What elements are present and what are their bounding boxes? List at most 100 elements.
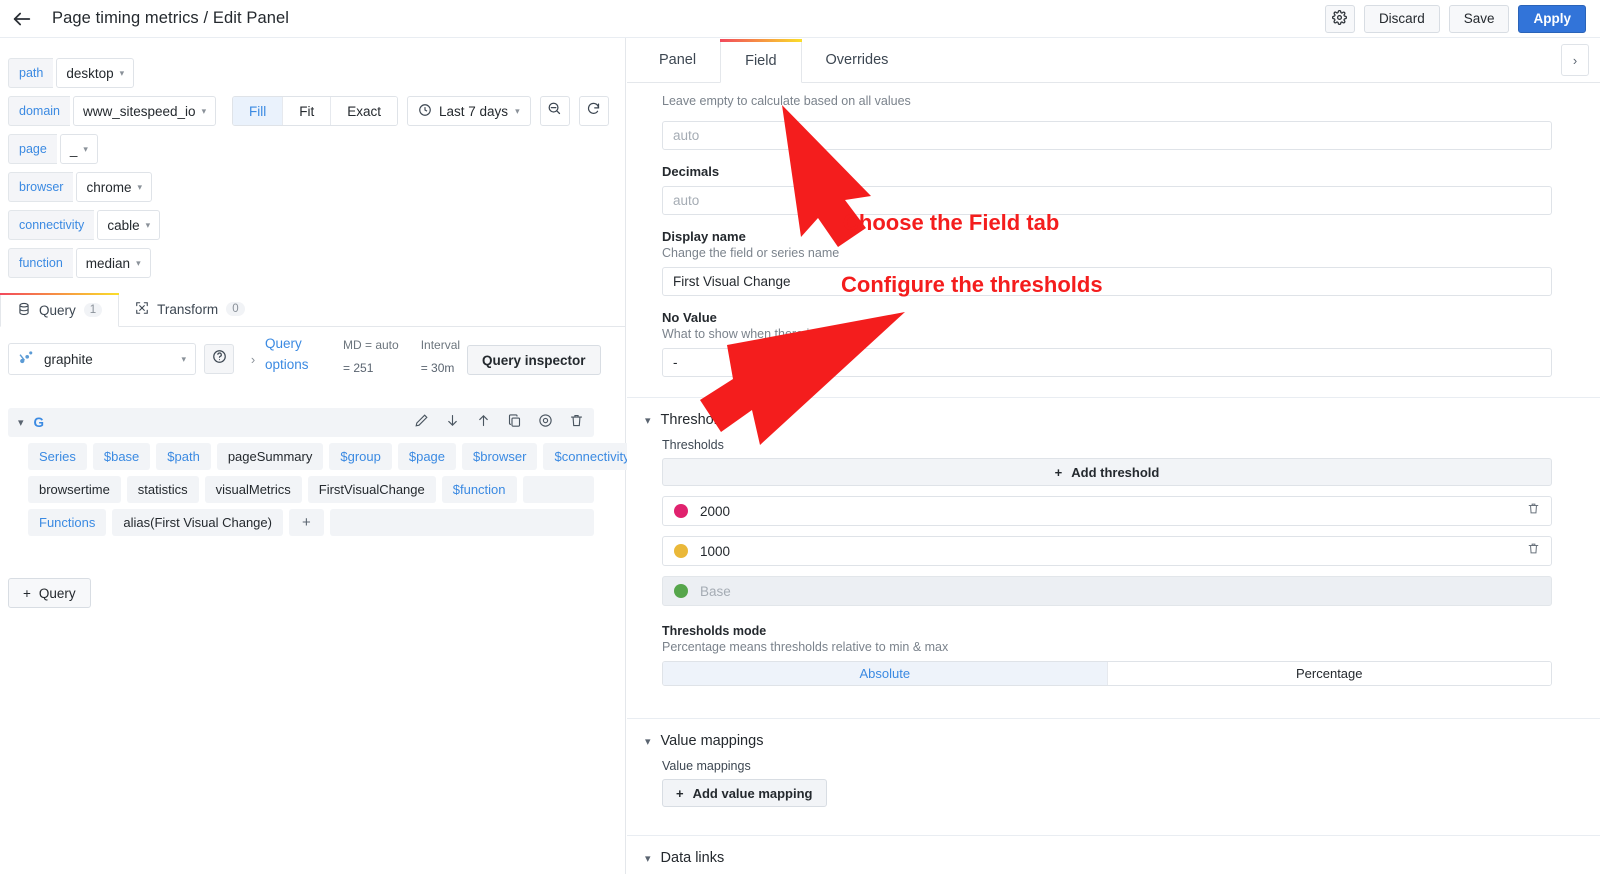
metric-segment[interactable]: browsertime xyxy=(28,476,121,503)
chevron-down-icon[interactable]: ▾ xyxy=(18,416,24,429)
series-segment[interactable]: $browser xyxy=(462,443,538,470)
add-value-mapping-button[interactable]: + Add value mapping xyxy=(662,779,827,807)
refresh-button[interactable] xyxy=(578,96,609,126)
data-links-section-header[interactable]: ▾ Data links xyxy=(627,850,1600,866)
metric-segment[interactable]: statistics xyxy=(126,476,199,503)
arrow-down-icon[interactable] xyxy=(445,413,460,433)
variable-value: median xyxy=(85,255,131,271)
display-name-desc: Change the field or series name xyxy=(662,246,840,260)
threshold-color-swatch[interactable] xyxy=(674,504,688,518)
datasource-picker[interactable]: graphite ▾ xyxy=(8,343,196,375)
thresholds-mode-label: Thresholds mode xyxy=(662,624,767,638)
threshold-row-base: Base xyxy=(662,576,1552,606)
thresholds-section-header[interactable]: ▾ Thresholds xyxy=(627,412,1600,428)
zoom-out-button[interactable] xyxy=(539,96,570,126)
field-min-max-block: Leave empty to calculate based on all va… xyxy=(627,83,1600,164)
variable-row-page: page _ ▾ xyxy=(8,134,216,164)
top-toolbar: Page timing metrics / Edit Panel Discard… xyxy=(0,0,1600,38)
thresholds-mode-percentage[interactable]: Percentage xyxy=(1107,662,1551,685)
arrow-up-icon[interactable] xyxy=(476,413,491,433)
add-query-label: Query xyxy=(38,585,76,601)
variable-row-connectivity: connectivity cable ▾ xyxy=(8,210,216,240)
function-item[interactable]: alias(First Visual Change) xyxy=(112,509,283,536)
no-value-input[interactable]: - xyxy=(662,348,1552,377)
collapse-options-button[interactable]: › xyxy=(1561,44,1589,76)
tab-panel[interactable]: Panel xyxy=(635,38,720,82)
query-options-line2: options xyxy=(265,356,309,372)
time-range-label: Last 7 days xyxy=(439,103,509,119)
threshold-color-swatch[interactable] xyxy=(674,544,688,558)
pencil-icon[interactable] xyxy=(414,413,429,433)
query-options-expand-button[interactable]: › xyxy=(242,344,264,374)
query-options-label[interactable]: Query options xyxy=(265,334,321,376)
interval-value: = 30m xyxy=(420,360,455,375)
decimals-input[interactable]: auto xyxy=(662,186,1552,215)
delete-threshold-button[interactable] xyxy=(1527,542,1540,560)
series-segment[interactable]: pageSummary xyxy=(216,443,324,470)
variable-label: path xyxy=(8,58,54,88)
metric-segment[interactable]: FirstVisualChange xyxy=(307,476,436,503)
value-mappings-section-header[interactable]: ▾ Value mappings xyxy=(627,733,1600,749)
threshold-value-input[interactable]: 1000 xyxy=(700,544,730,559)
threshold-row: 1000 xyxy=(662,536,1552,566)
save-button[interactable]: Save xyxy=(1448,4,1510,33)
tab-query[interactable]: Query 1 xyxy=(0,293,120,327)
copy-icon[interactable] xyxy=(507,413,522,433)
metric-segment[interactable]: visualMetrics xyxy=(204,476,302,503)
trash-icon[interactable] xyxy=(569,413,584,433)
add-threshold-label: Add threshold xyxy=(1071,464,1160,480)
variable-picker[interactable]: median ▾ xyxy=(75,248,151,278)
query-inspector-button[interactable]: Query inspector xyxy=(467,345,601,375)
add-function-button[interactable]: + xyxy=(288,509,324,536)
tab-query-count: 1 xyxy=(83,303,103,317)
fit-mode-fill[interactable]: Fill xyxy=(233,97,284,125)
variable-row-function: function median ▾ xyxy=(8,248,216,278)
no-value-block: No Value What to show when there is no v… xyxy=(627,310,1600,391)
back-arrow-icon[interactable] xyxy=(0,0,44,38)
variable-picker[interactable]: www_sitespeed_io ▾ xyxy=(73,96,217,126)
variable-picker[interactable]: cable ▾ xyxy=(97,210,161,240)
refresh-icon xyxy=(586,101,601,121)
display-name-input[interactable]: First Visual Change xyxy=(662,267,1552,296)
variable-picker[interactable]: _ ▾ xyxy=(59,134,98,164)
series-segment[interactable]: $page xyxy=(397,443,457,470)
options-tabs: Panel Field Overrides › xyxy=(627,38,1600,83)
tab-overrides[interactable]: Overrides xyxy=(802,38,913,82)
tab-field[interactable]: Field xyxy=(720,39,802,83)
query-options: Query options MD = auto = 251 Interval =… xyxy=(265,334,460,380)
thresholds-section-title: Thresholds xyxy=(660,412,733,428)
discard-button[interactable]: Discard xyxy=(1363,4,1440,33)
md-label: MD = auto xyxy=(343,338,399,352)
series-segment[interactable]: $base xyxy=(92,443,151,470)
chevron-down-icon: ▾ xyxy=(136,257,141,268)
variable-picker[interactable]: chrome ▾ xyxy=(76,172,153,202)
panel-settings-button[interactable] xyxy=(1324,4,1355,33)
time-range-picker[interactable]: Last 7 days ▾ xyxy=(407,96,531,126)
threshold-value-input[interactable]: 2000 xyxy=(700,504,730,519)
apply-button[interactable]: Apply xyxy=(1518,4,1586,33)
tab-transform[interactable]: Transform 0 xyxy=(119,292,260,326)
variable-value: cable xyxy=(107,217,140,233)
query-editor-header: ▾ G xyxy=(8,408,594,437)
data-links-section-title: Data links xyxy=(660,850,725,866)
functions-label: Functions xyxy=(28,509,107,536)
add-threshold-button[interactable]: + Add threshold xyxy=(662,458,1552,486)
variable-value: desktop xyxy=(66,65,114,81)
fit-mode-exact[interactable]: Exact xyxy=(331,97,398,125)
fit-mode-fit[interactable]: Fit xyxy=(283,97,332,125)
graphite-icon xyxy=(18,349,35,369)
threshold-color-swatch[interactable] xyxy=(674,584,688,598)
series-segment[interactable]: $path xyxy=(156,443,211,470)
series-row: Series $base $path pageSummary $group $p… xyxy=(8,443,641,470)
add-query-button[interactable]: + Query xyxy=(8,578,91,608)
chevron-down-icon: ▾ xyxy=(119,67,125,78)
variable-row-domain: domain www_sitespeed_io ▾ xyxy=(8,96,217,126)
metric-segment[interactable]: $function xyxy=(441,476,517,503)
datasource-help-button[interactable] xyxy=(204,344,234,374)
delete-threshold-button[interactable] xyxy=(1527,502,1540,520)
eye-icon[interactable] xyxy=(538,413,553,433)
thresholds-mode-absolute[interactable]: Absolute xyxy=(663,662,1108,685)
auto-field-input-1[interactable]: auto xyxy=(662,121,1552,150)
series-segment[interactable]: $group xyxy=(329,443,392,470)
variable-picker[interactable]: desktop ▾ xyxy=(56,58,135,88)
